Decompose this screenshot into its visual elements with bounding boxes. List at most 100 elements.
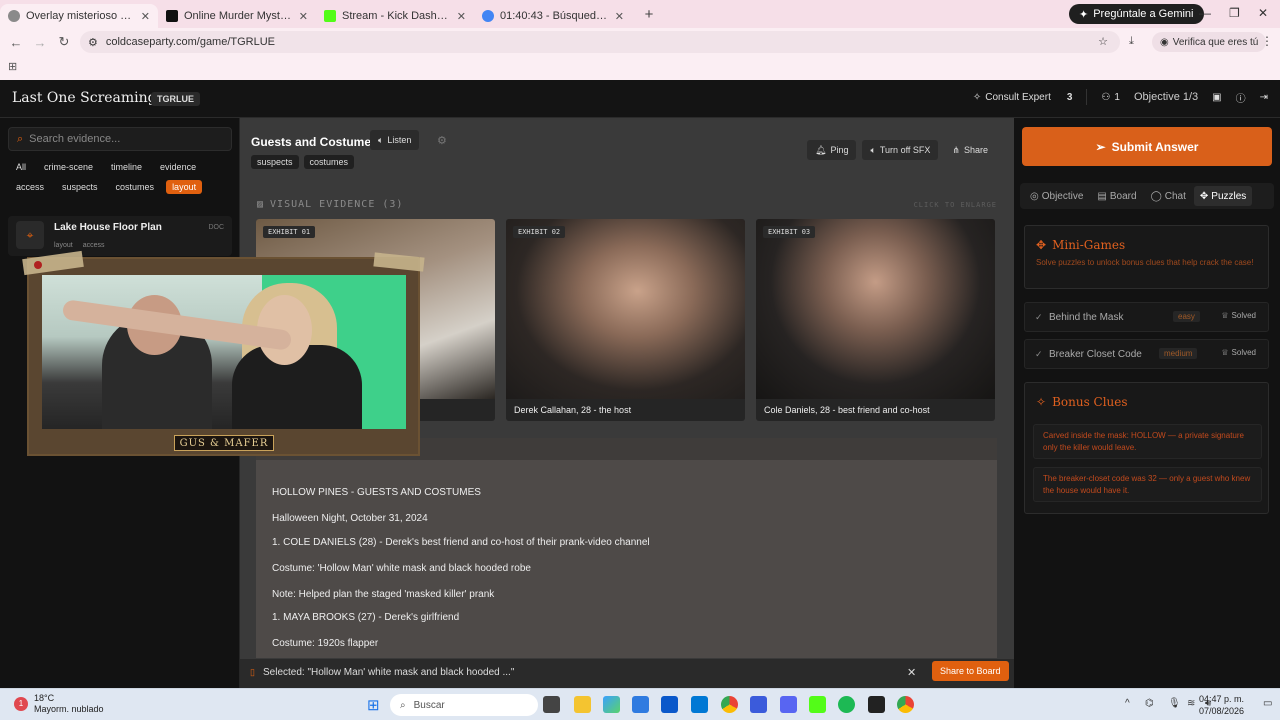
notifications-icon[interactable]: ▭ bbox=[1263, 698, 1272, 709]
weather-widget[interactable]: 1 18°C Mayorm. nublado bbox=[14, 693, 104, 715]
copilot-icon[interactable] bbox=[603, 696, 620, 713]
forward-icon[interactable]: → bbox=[28, 35, 52, 50]
listen-button[interactable]: 🔈︎ Listen bbox=[370, 130, 420, 150]
document-line[interactable]: Costume: 1920s flapper bbox=[272, 639, 378, 649]
globe-icon bbox=[8, 10, 20, 22]
app-icon[interactable] bbox=[750, 696, 767, 713]
tab-label: Board bbox=[1109, 190, 1137, 202]
filter-timeline[interactable]: timeline bbox=[105, 160, 148, 174]
weather-icon: 1 bbox=[14, 696, 28, 711]
spotify-icon[interactable] bbox=[838, 696, 855, 713]
filter-crime-scene[interactable]: crime-scene bbox=[38, 160, 99, 174]
browser-tab-murder-mystery[interactable]: Online Murder Mystery Game fo ✕ bbox=[158, 4, 316, 28]
mini-game-name: Behind the Mask bbox=[1049, 312, 1124, 323]
overlay-name-plate: GUS & MAFER bbox=[174, 435, 274, 451]
mini-game-row[interactable]: ✓ Breaker Closet Code medium ♕ Solved bbox=[1024, 339, 1269, 369]
system-clock[interactable]: 04:47 p. m. 07/08/2026 bbox=[1199, 694, 1244, 717]
store-icon[interactable] bbox=[661, 696, 678, 713]
search-evidence-input[interactable]: ⌕ Search evidence... bbox=[8, 127, 232, 151]
browser-tab-google[interactable]: 01:40:43 - Búsqueda de Google ✕ bbox=[474, 4, 632, 28]
edge-icon[interactable] bbox=[632, 696, 649, 713]
document-line[interactable]: Costume: 'Hollow Man' white mask and bla… bbox=[272, 564, 531, 574]
bell-icon: 🔔︎ bbox=[815, 144, 827, 155]
gemini-button[interactable]: ✦ Pregúntale a Gemini bbox=[1069, 4, 1204, 24]
ping-button[interactable]: 🔔︎ Ping bbox=[807, 140, 857, 160]
filter-costumes[interactable]: costumes bbox=[110, 180, 161, 194]
gemini-label: Pregúntale a Gemini bbox=[1093, 8, 1194, 20]
tab-board[interactable]: ▤ Board bbox=[1091, 186, 1142, 206]
filter-access[interactable]: access bbox=[10, 180, 50, 194]
share-to-board-button[interactable]: Share to Board bbox=[932, 661, 1009, 681]
consult-expert-button[interactable]: ✧ Consult Expert 3 bbox=[973, 92, 1073, 103]
wifi-icon[interactable]: ≋ bbox=[1187, 698, 1195, 709]
filter-layout[interactable]: layout bbox=[166, 180, 203, 194]
detail-tags: suspects costumes bbox=[251, 155, 355, 169]
solved-status: ♕ Solved bbox=[1221, 348, 1256, 357]
exhibit-badge: EXHIBIT 02 bbox=[513, 226, 566, 238]
bookmarks-bar: ⊞ bbox=[0, 56, 1280, 80]
tray-chevron-icon[interactable]: ^ bbox=[1125, 698, 1130, 709]
browser-tab-overlay[interactable]: Overlay misterioso para stream ✕ bbox=[0, 4, 158, 28]
mini-game-row[interactable]: ✓ Behind the Mask easy ♕ Solved bbox=[1024, 302, 1269, 332]
sparkle-icon: ✧ bbox=[972, 91, 982, 103]
discord-icon[interactable] bbox=[780, 696, 797, 713]
microphone-icon[interactable]: 🎙︎ bbox=[1168, 698, 1181, 709]
apps-grid-icon[interactable]: ⊞ bbox=[8, 60, 17, 73]
close-tab-icon[interactable]: ✕ bbox=[615, 10, 624, 23]
filter-all[interactable]: All bbox=[10, 160, 32, 174]
submit-answer-button[interactable]: ➢ Submit Answer bbox=[1022, 127, 1272, 166]
exhibit-card[interactable]: EXHIBIT 03 Cole Daniels, 28 - best frien… bbox=[756, 219, 995, 421]
new-tab-button[interactable]: + bbox=[638, 3, 660, 25]
obs-icon[interactable] bbox=[868, 696, 885, 713]
clear-selection-icon[interactable]: ✕ bbox=[907, 666, 916, 679]
site-info-icon[interactable]: ⚙ bbox=[88, 36, 98, 49]
menu-kebab-icon[interactable]: ⋮ bbox=[1261, 34, 1273, 48]
maximize-icon[interactable]: ❐ bbox=[1229, 6, 1240, 20]
exhibit-photo bbox=[756, 219, 995, 399]
url-field[interactable]: ⚙ coldcaseparty.com/game/TGRLUE ☆ bbox=[80, 31, 1120, 53]
file-explorer-icon[interactable] bbox=[574, 696, 591, 713]
tab-objective[interactable]: ◎ Objective bbox=[1024, 186, 1089, 206]
network-icon[interactable]: ⌬ bbox=[1145, 698, 1154, 709]
back-icon[interactable]: ← bbox=[4, 35, 28, 50]
document-line[interactable]: HOLLOW PINES - GUESTS AND COSTUMES bbox=[272, 488, 481, 498]
minimize-icon[interactable]: — bbox=[1199, 6, 1211, 20]
browser-tab-kick[interactable]: Stream - Kick Dashboard ✕ bbox=[316, 4, 474, 28]
tab-chat[interactable]: ◯ Chat bbox=[1145, 186, 1192, 206]
listen-label: Listen bbox=[387, 135, 412, 145]
share-button[interactable]: ⋔ Share bbox=[944, 140, 996, 160]
document-line[interactable]: 1. COLE DANIELS (28) - Derek's best frie… bbox=[272, 538, 650, 548]
gear-icon[interactable]: ⚙ bbox=[437, 134, 447, 147]
filter-suspects[interactable]: suspects bbox=[56, 180, 104, 194]
chrome-icon[interactable] bbox=[721, 696, 738, 713]
evidence-item[interactable]: ⌖ Lake House Floor Plan DOC layout acces… bbox=[8, 216, 232, 256]
filter-evidence[interactable]: evidence bbox=[154, 160, 202, 174]
briefcase-icon[interactable]: ▣ bbox=[1212, 92, 1221, 103]
document-line[interactable]: 1. MAYA BROOKS (27) - Derek's girlfriend bbox=[272, 613, 459, 623]
reload-icon[interactable]: ↻ bbox=[52, 34, 76, 50]
exit-icon[interactable]: ⇥ bbox=[1260, 92, 1268, 103]
document-line[interactable]: Note: Helped plan the staged 'masked kil… bbox=[272, 590, 494, 600]
close-tab-icon[interactable]: ✕ bbox=[299, 10, 308, 23]
help-icon[interactable]: ⓘ bbox=[1236, 90, 1246, 105]
task-view-icon[interactable] bbox=[543, 696, 560, 713]
sfx-toggle-button[interactable]: 🔈︎ Turn off SFX bbox=[862, 140, 939, 160]
verify-profile-button[interactable]: ◉ Verifica que eres tú bbox=[1152, 32, 1267, 52]
windows-start-icon[interactable]: ⊞ bbox=[367, 696, 380, 714]
close-window-icon[interactable]: ✕ bbox=[1258, 6, 1268, 20]
chrome-icon[interactable] bbox=[897, 696, 914, 713]
objective-progress[interactable]: Objective 1/3 bbox=[1134, 91, 1198, 103]
close-tab-icon[interactable]: ✕ bbox=[457, 10, 466, 23]
kick-icon[interactable] bbox=[809, 696, 826, 713]
tab-title: Overlay misterioso para stream bbox=[26, 10, 135, 22]
document-line[interactable]: Halloween Night, October 31, 2024 bbox=[272, 514, 428, 524]
download-icon[interactable]: ⤓ bbox=[1129, 35, 1134, 48]
exhibit-card[interactable]: EXHIBIT 02 Derek Callahan, 28 - the host bbox=[506, 219, 745, 421]
check-icon: ✓ bbox=[1035, 312, 1043, 322]
outlook-icon[interactable] bbox=[691, 696, 708, 713]
close-tab-icon[interactable]: ✕ bbox=[141, 10, 150, 23]
taskbar-search[interactable]: ⌕ Buscar bbox=[390, 694, 538, 716]
bookmark-star-icon[interactable]: ☆ bbox=[1098, 35, 1108, 48]
players-button[interactable]: ⚇ 1 bbox=[1101, 92, 1120, 103]
tab-puzzles[interactable]: ✥ Puzzles bbox=[1193, 186, 1253, 206]
